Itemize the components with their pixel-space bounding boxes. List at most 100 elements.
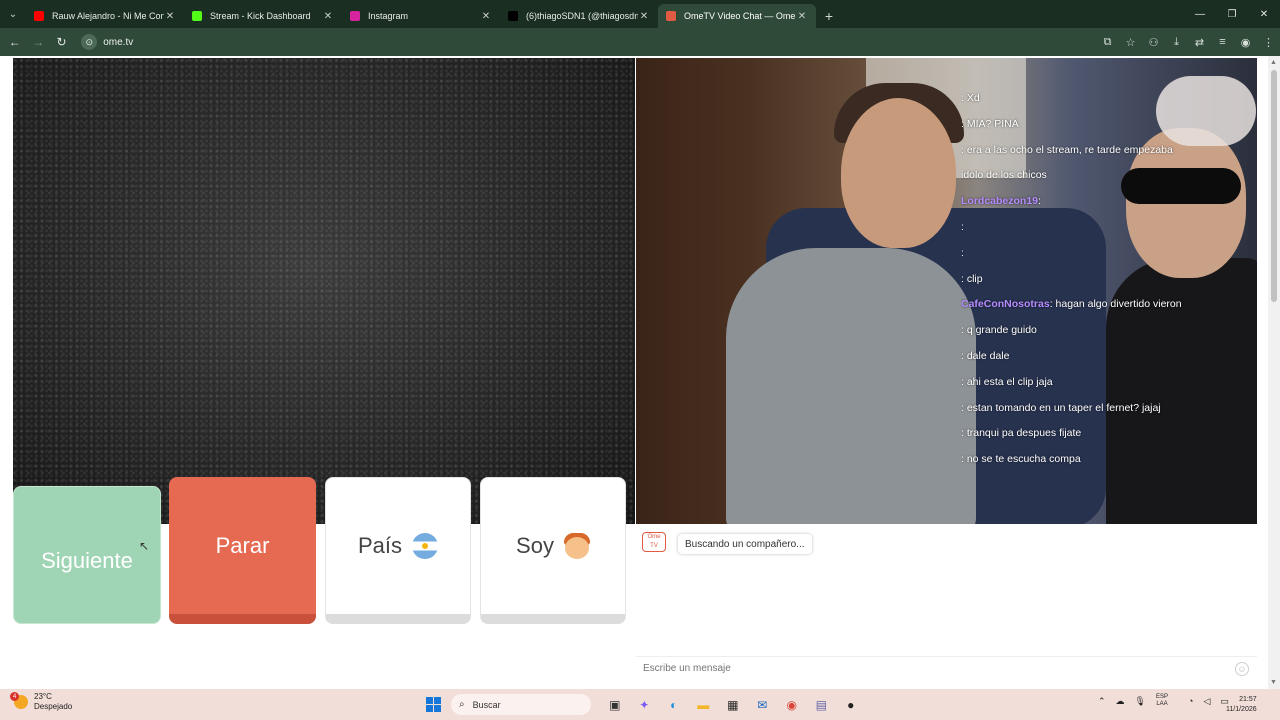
- reload-icon[interactable]: ↻: [50, 30, 73, 54]
- profile-avatar-icon[interactable]: ◉: [1234, 36, 1257, 49]
- app-icon[interactable]: ●: [836, 694, 866, 715]
- tab-title: Rauw Alejandro - Ni Me Conoc: [52, 11, 164, 21]
- tab-title: Instagram: [368, 11, 409, 21]
- tab-strip: ⌄ Rauw Alejandro - Ni Me Conoc ✕ Stream …: [0, 0, 1280, 28]
- status-message: Buscando un compañero...: [678, 534, 812, 554]
- chat-line: : clip: [961, 272, 983, 285]
- minimize-button[interactable]: —: [1184, 0, 1216, 28]
- tab-instagram[interactable]: Instagram ✕: [342, 4, 500, 28]
- tab-kick[interactable]: Stream - Kick Dashboard ✕: [184, 4, 342, 28]
- page-scrollbar[interactable]: ▲ ▼: [1268, 56, 1280, 689]
- windows-taskbar: 4 23°C Despejado ⌕ Buscar ▣ ✦ ◐ ▬ ▦ ✉ ◉ ▤…: [0, 689, 1280, 720]
- next-button-label: Siguiente: [41, 548, 133, 573]
- boy-emoji-icon: [563, 533, 590, 559]
- weather-desc: Despejado: [34, 702, 73, 711]
- tab-tiktok[interactable]: (6)thiagoSDN1 (@thiagosdn1) ✕: [500, 4, 658, 28]
- clock-time: 21:57: [1239, 696, 1257, 703]
- country-button[interactable]: País: [325, 477, 471, 624]
- windows-start-icon[interactable]: [426, 697, 441, 712]
- chat-line: : Xd: [961, 92, 980, 104]
- close-window-button[interactable]: ✕: [1248, 0, 1280, 28]
- next-button[interactable]: Siguiente: [13, 486, 161, 624]
- weather-temp: 23°C: [34, 692, 52, 701]
- close-tab-icon[interactable]: ✕: [322, 11, 334, 22]
- chat-line: : MIA? PINA: [961, 117, 1019, 130]
- install-app-icon[interactable]: ⧉: [1096, 36, 1119, 49]
- close-tab-icon[interactable]: ✕: [480, 11, 492, 22]
- browser-toolbar: ← → ↻ ⊙ ome.tv ⧉ ☆ ⚇ ⤓ ⇄ ≡ ◉ ⋮: [0, 28, 1280, 56]
- microphone-icon[interactable]: 🎙: [1135, 696, 1146, 707]
- clock-date: 11/1/2026: [1226, 706, 1257, 713]
- chat-line: :: [961, 246, 964, 259]
- new-tab-button[interactable]: +: [816, 4, 842, 28]
- wifi-icon[interactable]: ◔: [1188, 696, 1193, 706]
- emoji-icon[interactable]: ☺: [1235, 662, 1249, 676]
- show-hidden-icons[interactable]: ⌃: [1098, 696, 1106, 707]
- stop-button-label: Parar: [215, 532, 270, 558]
- kick-icon: [192, 11, 202, 21]
- chrome-icon[interactable]: ◉: [777, 694, 807, 715]
- search-icon: ⌕: [459, 699, 465, 710]
- system-clock[interactable]: 21:57 11/1/2026: [1226, 695, 1257, 715]
- edge-icon[interactable]: ◐: [659, 694, 689, 715]
- weather-widget[interactable]: 4 23°C Despejado: [10, 692, 73, 712]
- site-info-icon[interactable]: ⊙: [81, 34, 98, 50]
- back-icon[interactable]: ←: [3, 30, 26, 54]
- close-tab-icon[interactable]: ✕: [796, 11, 808, 22]
- scrollbar-thumb[interactable]: [1271, 70, 1277, 302]
- copilot-icon[interactable]: ✦: [630, 694, 660, 715]
- ometv-icon: [666, 11, 676, 21]
- language-indicator[interactable]: ESP LAA: [1156, 694, 1178, 708]
- message-input[interactable]: [643, 663, 1213, 674]
- instagram-icon: [350, 11, 360, 21]
- tab-search-button[interactable]: ⌄: [0, 0, 26, 28]
- sun-icon: 4: [10, 692, 28, 709]
- chat-line: idolo de los chicos: [961, 169, 1047, 182]
- volume-icon[interactable]: ◁: [1203, 696, 1210, 707]
- tab-ometv[interactable]: OmeTV Video Chat — Ome ✕: [658, 4, 816, 28]
- tab-title: (6)thiagoSDN1 (@thiagosdn1): [526, 11, 638, 21]
- cloud-icon[interactable]: ☁: [1116, 696, 1125, 707]
- bookmark-star-icon[interactable]: ☆: [1119, 36, 1142, 49]
- notification-badge: 4: [10, 692, 19, 701]
- extension-icon[interactable]: ⚇: [1142, 36, 1165, 49]
- chat-panel: Ome TV Buscando un compañero... ☺: [636, 526, 1257, 682]
- url-text: ome.tv: [103, 36, 134, 48]
- ometv-page: : Xd : MIA? PINA : era a las ocho el str…: [0, 56, 1280, 689]
- chat-line: : estan tomando en un taper el fernet? j…: [961, 401, 1161, 414]
- gender-button-label: Soy: [516, 533, 554, 558]
- chat-line: : ahi esta el clip jaja: [961, 375, 1053, 388]
- chat-line: : era a las ocho el stream, re tarde emp…: [961, 143, 1173, 156]
- chat-line: CafeConNosotras: hagan algo divertido vi…: [961, 298, 1182, 311]
- teams-icon[interactable]: ▤: [807, 694, 837, 715]
- chat-line: Lordcabezon19:: [961, 195, 1041, 208]
- file-explorer-icon[interactable]: ▬: [689, 694, 719, 715]
- chat-line: : q grande guido: [961, 324, 1037, 337]
- forward-icon[interactable]: →: [26, 30, 49, 54]
- tab-title: OmeTV Video Chat — Ome: [684, 11, 796, 21]
- chat-line: : no se te escucha compa: [961, 453, 1081, 466]
- scroll-down-icon[interactable]: ▼: [1270, 679, 1277, 686]
- ometv-logo-icon: Ome TV: [642, 532, 666, 552]
- close-tab-icon[interactable]: ✕: [638, 11, 650, 22]
- download-icon[interactable]: ⤓: [1165, 36, 1188, 49]
- store-icon[interactable]: ▦: [718, 694, 748, 715]
- mouse-cursor-icon: ↖: [139, 539, 150, 553]
- close-tab-icon[interactable]: ✕: [164, 11, 176, 22]
- gender-button[interactable]: Soy: [480, 477, 626, 624]
- task-view-icon[interactable]: ▣: [600, 694, 630, 715]
- scroll-up-icon[interactable]: ▲: [1270, 59, 1277, 66]
- tab-youtube[interactable]: Rauw Alejandro - Ni Me Conoc ✕: [26, 4, 184, 28]
- menu-icon[interactable]: ⋮: [1257, 36, 1280, 49]
- tab-title: Stream - Kick Dashboard: [210, 11, 311, 21]
- translate-icon[interactable]: ⇄: [1188, 36, 1211, 49]
- stop-button[interactable]: Parar: [169, 477, 316, 624]
- outlook-icon[interactable]: ✉: [748, 694, 778, 715]
- tiktok-icon: [508, 11, 518, 21]
- taskbar-search[interactable]: ⌕ Buscar: [451, 694, 591, 715]
- country-button-label: País: [357, 533, 403, 558]
- reading-list-icon[interactable]: ≡: [1211, 36, 1234, 49]
- maximize-button[interactable]: ❐: [1216, 0, 1248, 28]
- message-input-bar: ☺: [636, 656, 1257, 680]
- address-bar[interactable]: ⊙ ome.tv: [81, 31, 1076, 53]
